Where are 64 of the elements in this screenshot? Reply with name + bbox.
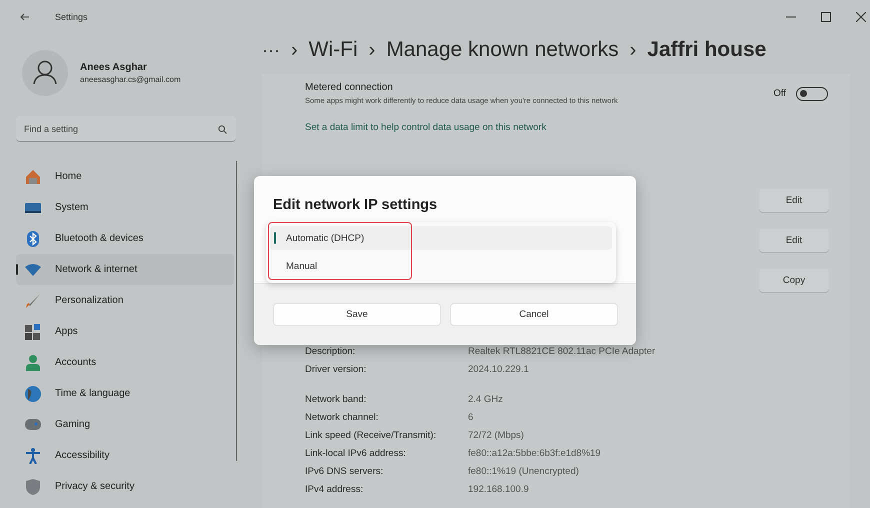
nav-item[interactable]: Personalization: [16, 285, 234, 316]
property-value: 2.4 GHz: [468, 394, 503, 404]
dropdown-option[interactable]: Automatic (DHCP): [270, 226, 612, 250]
row-button[interactable]: Edit: [759, 229, 829, 252]
property-value: Realtek RTL8821CE 802.11ac PCIe Adapter: [468, 346, 656, 356]
dialog-button[interactable]: Save: [273, 303, 441, 326]
nav-item[interactable]: Accessibility: [16, 440, 234, 471]
nav-item[interactable]: Network & internet: [16, 254, 234, 285]
row-button[interactable]: Copy: [759, 269, 829, 292]
account-name: Anees Asghar: [80, 62, 148, 73]
maximize-icon[interactable]: [821, 12, 831, 22]
property-label: Link-local IPv6 address:: [305, 448, 407, 458]
property-label: Link speed (Receive/Transmit):: [305, 430, 438, 440]
row-button[interactable]: Edit: [759, 189, 829, 212]
property-value: fe80::1%19 (Unencrypted): [468, 466, 579, 476]
property-label: Network channel:: [305, 412, 380, 422]
nav-item[interactable]: Gaming: [16, 409, 234, 440]
gamepad-icon: [25, 419, 41, 430]
property-value: 6: [468, 412, 474, 422]
data-limit-link[interactable]: Set a data limit to help control data usage on this network: [305, 122, 546, 133]
nav-item[interactable]: Apps: [16, 316, 234, 347]
chevron-icon: ›: [630, 38, 636, 62]
setting-title: Metered connection: [305, 82, 394, 93]
nav-item[interactable]: Home: [16, 161, 234, 192]
breadcrumb-link[interactable]: Wi-Fi: [308, 38, 358, 62]
house-icon: [25, 168, 41, 184]
bluetooth-icon: [25, 230, 41, 246]
wifi-icon: [25, 264, 41, 276]
dropdown-option[interactable]: Manual: [270, 254, 612, 278]
window-title: Settings: [55, 12, 88, 22]
breadcrumb-current: Jaffri house: [647, 38, 766, 62]
account-email: aneesasghar.cs@gmail.com: [80, 75, 181, 84]
nav-item[interactable]: Privacy & security: [16, 471, 234, 502]
property-value: 2024.10.229.1: [468, 364, 529, 374]
property-label: IPv6 DNS servers:: [305, 466, 384, 476]
property-value: 72/72 (Mbps): [468, 430, 524, 440]
nav-item[interactable]: Time & language: [16, 378, 234, 409]
dialog-button[interactable]: Cancel: [450, 303, 618, 326]
close-icon[interactable]: [856, 12, 866, 22]
property-label: Network band:: [305, 394, 368, 404]
globe-icon: [25, 386, 41, 402]
person-icon: [25, 354, 41, 370]
shield-icon: [25, 478, 41, 494]
search-field[interactable]: Find a setting: [16, 116, 236, 142]
property-label: Driver version:: [305, 364, 368, 374]
nav-item[interactable]: System: [16, 192, 234, 223]
dialog-title: Edit network IP settings: [273, 197, 438, 213]
property-value: 192.168.100.9: [468, 484, 529, 494]
toggle-label: Off: [774, 88, 786, 99]
apps-icon: [25, 324, 41, 340]
nav-item[interactable]: Bluetooth & devices: [16, 223, 234, 254]
property-label: IPv4 address:: [305, 484, 364, 494]
nav-item[interactable]: Accounts: [16, 347, 234, 378]
toggle-switch[interactable]: [796, 86, 828, 100]
property-label: Description:: [305, 346, 356, 356]
more-button[interactable]: ···: [262, 40, 280, 60]
search-icon: [218, 125, 227, 134]
avatar-icon: [22, 50, 68, 96]
back-arrow-icon[interactable]: [20, 13, 30, 21]
chevron-icon: ›: [368, 38, 376, 62]
chevron-icon: ›: [290, 38, 298, 62]
accessibility-icon: [25, 448, 41, 464]
property-value: fe80::a12a:5bbe:6b3f:e1d8%19: [468, 448, 601, 458]
breadcrumb-link[interactable]: Manage known networks: [386, 38, 619, 62]
